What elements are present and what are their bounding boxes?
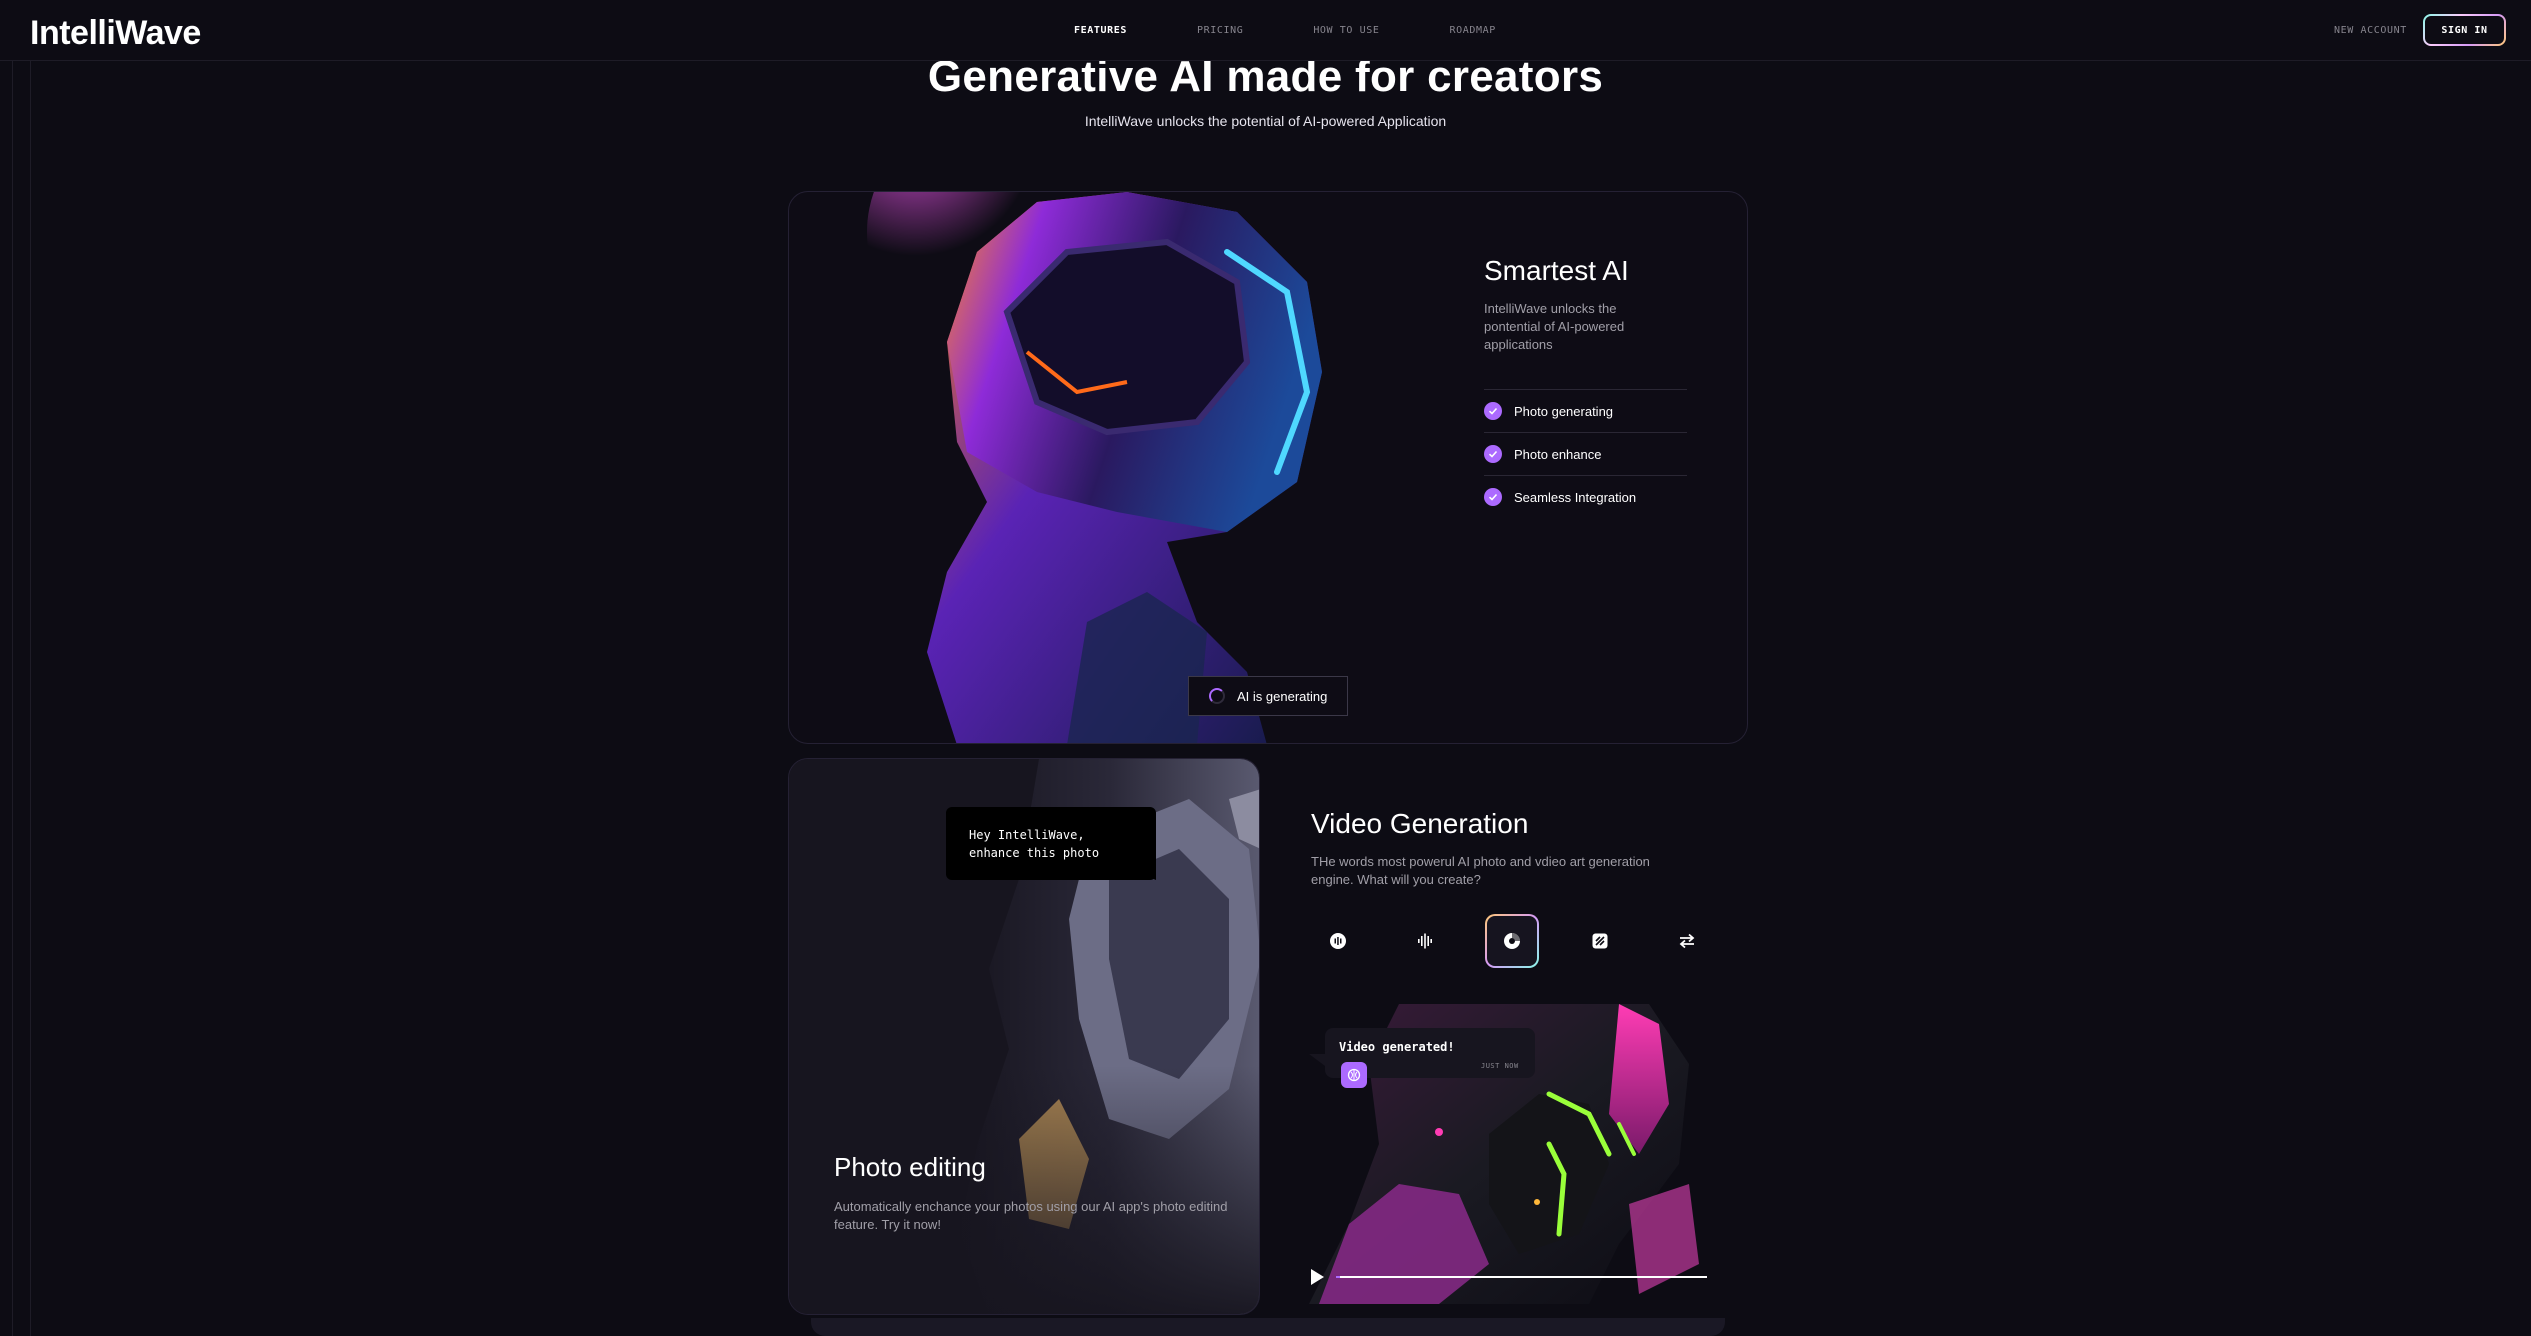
check-icon — [1484, 402, 1502, 420]
feature-list: Photo generating Photo enhance Seamless … — [1484, 389, 1687, 518]
nav-pricing[interactable]: PRICING — [1197, 25, 1243, 36]
hero-subtitle: IntelliWave unlocks the potential of AI-… — [1084, 113, 1447, 129]
recording-tool-button[interactable] — [1311, 914, 1365, 968]
left-rail-line — [12, 61, 13, 1336]
new-account-link[interactable]: NEW ACCOUNT — [2334, 25, 2407, 36]
video-status-bubble-tail — [1309, 1054, 1325, 1066]
nav-features[interactable]: FEATURES — [1074, 25, 1127, 36]
recording-icon — [1330, 933, 1346, 949]
photo-editing-card: Hey IntelliWave, enhance this photo Phot… — [788, 758, 1260, 1315]
prompt-bubble-tail — [1134, 870, 1156, 880]
video-preview[interactable]: Video generated! JUST NOW — [1289, 1004, 1717, 1304]
robot-helmet-image — [867, 192, 1322, 743]
sign-in-button[interactable]: SIGN IN — [2423, 14, 2506, 46]
disc-tool-button[interactable] — [1485, 914, 1539, 968]
tool-switcher — [1311, 914, 1711, 968]
smartest-ai-title: Smartest AI — [1484, 255, 1629, 286]
list-item: Photo enhance — [1484, 432, 1687, 475]
disc-icon — [1504, 933, 1520, 949]
loading-spinner-icon — [1209, 688, 1225, 704]
list-item: Photo generating — [1484, 389, 1687, 432]
media-icon — [1592, 933, 1608, 949]
feature-label: Seamless Integration — [1514, 489, 1637, 505]
video-status-time: JUST NOW — [1481, 1062, 1519, 1070]
swap-tool-button[interactable] — [1660, 914, 1714, 968]
feature-label: Photo generating — [1514, 403, 1614, 419]
ai-generating-status: AI is generating — [1188, 676, 1348, 716]
smartest-ai-description: IntelliWave unlocks the pontential of AI… — [1484, 301, 1625, 352]
waveform-tool-button[interactable] — [1398, 914, 1452, 968]
main-nav: FEATURES PRICING HOW TO USE ROADMAP — [1074, 25, 1566, 36]
play-icon[interactable] — [1309, 1268, 1325, 1286]
prompt-bubble: Hey IntelliWave, enhance this photo — [946, 807, 1156, 880]
check-icon — [1484, 445, 1502, 463]
swap-icon — [1679, 933, 1695, 949]
photo-editing-title: Photo editing — [834, 1152, 986, 1182]
video-generation-description: THe words most powerul AI photo and vdie… — [1311, 854, 1650, 887]
check-icon — [1484, 488, 1502, 506]
logo[interactable]: IntelliWave — [30, 14, 201, 53]
waveform-icon — [1418, 933, 1432, 949]
smartest-ai-card: Smartest AI IntelliWave unlocks the pont… — [788, 191, 1748, 744]
top-header: IntelliWave FEATURES PRICING HOW TO USE … — [0, 0, 2531, 61]
video-status-message: Video generated! — [1339, 1040, 1455, 1054]
feature-label: Photo enhance — [1514, 446, 1602, 462]
video-progress-bar[interactable] — [1336, 1276, 1707, 1278]
photo-editing-description: Automatically enchance your photos using… — [834, 1199, 1228, 1232]
nav-how-to-use[interactable]: HOW TO USE — [1313, 25, 1379, 36]
left-rail-line — [30, 61, 31, 1336]
video-generation-title: Video Generation — [1311, 808, 1529, 839]
video-progress-fill — [1336, 1276, 1340, 1278]
list-item: Seamless Integration — [1484, 475, 1687, 518]
brain-icon — [1341, 1062, 1367, 1088]
nav-roadmap[interactable]: ROADMAP — [1450, 25, 1496, 36]
next-card-edge — [811, 1318, 1725, 1336]
media-tool-button[interactable] — [1573, 914, 1627, 968]
status-label: AI is generating — [1237, 688, 1328, 704]
